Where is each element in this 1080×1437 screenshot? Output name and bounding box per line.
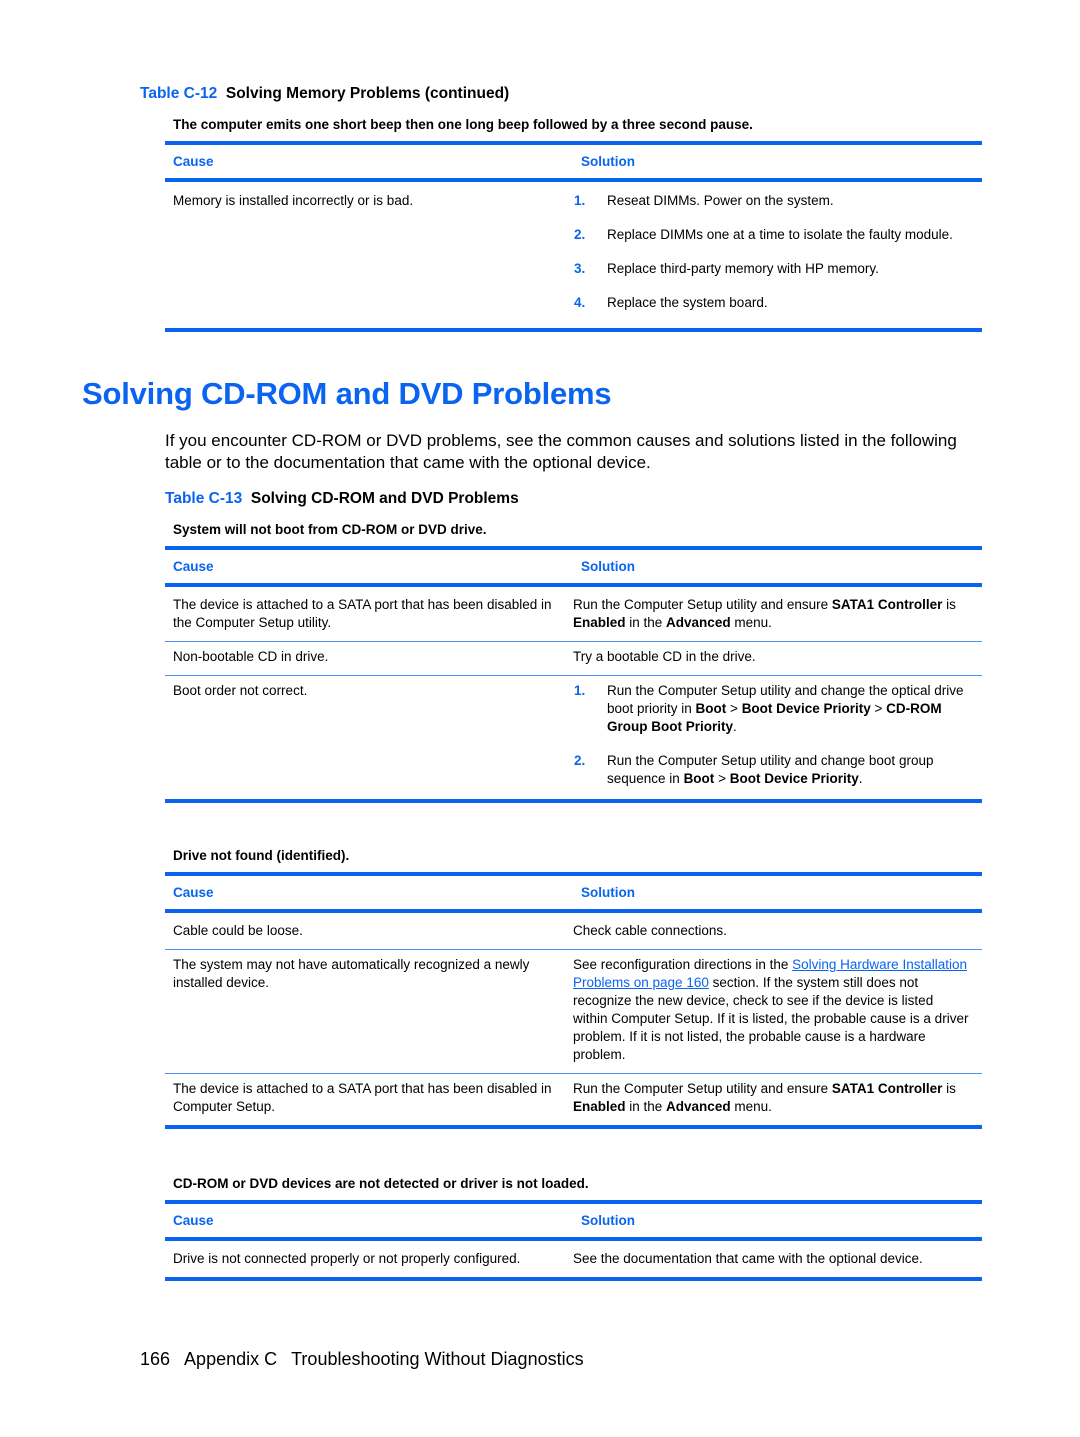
- solution-cell: 1. Run the Computer Setup utility and cha…: [573, 682, 982, 788]
- table-rule: [165, 1277, 982, 1281]
- table-header: Cause Solution: [165, 145, 982, 178]
- page-footer: 166 Appendix C Troubleshooting Without Dia…: [140, 1349, 584, 1370]
- cause-cell: The device is attached to a SATA port th…: [173, 597, 552, 630]
- solution-cell: Run the Computer Setup utility and ensur…: [573, 1081, 956, 1114]
- table-header: Cause Solution: [165, 876, 982, 909]
- table-rule: [165, 1125, 982, 1129]
- solution-steps: 1. Run the Computer Setup utility and cha…: [573, 682, 970, 788]
- solution-cell: Check cable connections.: [573, 923, 727, 938]
- solution-cell: Run the Computer Setup utility and ensur…: [573, 597, 956, 630]
- table-row: The system may not have automatically re…: [165, 950, 982, 1073]
- table-c12: Cause Solution Memory is installed incor…: [165, 141, 982, 332]
- table-c13-title: Solving CD-ROM and DVD Problems: [250, 490, 519, 507]
- cause-cell: Cable could be loose.: [173, 923, 303, 938]
- page-number: 166: [140, 1349, 171, 1369]
- step-item: 1. Run the Computer Setup utility and cha…: [574, 683, 964, 734]
- solution-cell: 1. Reseat DIMMs. Power on the system. 2. R…: [573, 192, 982, 312]
- header-solution: Solution: [581, 154, 635, 169]
- chapter-label: Appendix C: [184, 1349, 278, 1369]
- table-row: The device is attached to a SATA port th…: [165, 1074, 982, 1125]
- cause-cell: The device is attached to a SATA port th…: [173, 1081, 552, 1114]
- step-item: 2. Run the Computer Setup utility and cha…: [574, 753, 934, 786]
- cause-cell: Boot order not correct.: [173, 683, 308, 698]
- table-row: Drive is not connected properly or not p…: [165, 1241, 982, 1277]
- table-row: Cable could be loose. Check cable connec…: [165, 913, 982, 949]
- table-c12-caption: Table C-12 Solving Memory Problems (cont…: [140, 85, 509, 103]
- cause-cell: Non-bootable CD in drive.: [173, 649, 329, 664]
- step-item: 2. Replace DIMMs one at a time to isolate…: [574, 227, 953, 242]
- header-cause: Cause: [173, 885, 214, 900]
- step-item: 1. Reseat DIMMs. Power on the system.: [574, 193, 834, 208]
- header-cause: Cause: [173, 1213, 214, 1228]
- solution-cell: Try a bootable CD in the drive.: [573, 649, 756, 664]
- table-c13-number: Table C-13: [165, 490, 243, 507]
- table-row: Non-bootable CD in drive. Try a bootable…: [165, 642, 982, 675]
- chapter-title: Troubleshooting Without Diagnostics: [291, 1349, 584, 1369]
- table-row: The device is attached to a SATA port th…: [165, 587, 982, 641]
- header-cause: Cause: [173, 559, 214, 574]
- solution-cell: See reconfiguration directions in the So…: [573, 957, 969, 1062]
- solution-cell: See the documentation that came with the…: [573, 1251, 923, 1266]
- table-rule: [165, 328, 982, 332]
- group-subtitle: CD-ROM or DVD devices are not detected o…: [173, 1176, 589, 1191]
- group-subtitle: Drive not found (identified).: [173, 848, 350, 863]
- table-row: Memory is installed incorrectly or is ba…: [165, 182, 982, 322]
- header-solution: Solution: [581, 1213, 635, 1228]
- table-rule: [165, 799, 982, 803]
- table-row: Boot order not correct. 1. Run the Comput…: [165, 676, 982, 797]
- table-c12-number: Table C-12: [140, 85, 218, 102]
- section-intro: If you encounter CD-ROM or DVD problems,…: [165, 431, 957, 472]
- header-solution: Solution: [581, 885, 635, 900]
- table-c13-group-not-detected: Cause Solution Drive is not connected pr…: [165, 1200, 982, 1281]
- group-subtitle: System will not boot from CD-ROM or DVD …: [173, 522, 487, 537]
- solution-steps: 1. Reseat DIMMs. Power on the system. 2. R…: [573, 192, 970, 312]
- table-header: Cause Solution: [165, 1204, 982, 1237]
- cause-cell: The system may not have automatically re…: [173, 957, 530, 990]
- step-item: 3. Replace third-party memory with HP mem…: [574, 261, 879, 276]
- section-title: Solving CD-ROM and DVD Problems: [82, 376, 612, 411]
- header-cause: Cause: [173, 154, 214, 169]
- step-item: 4. Replace the system board.: [574, 295, 768, 310]
- table-c12-title: Solving Memory Problems (continued): [225, 85, 510, 102]
- table-header: Cause Solution: [165, 550, 982, 583]
- table-c13-group-drive-not-found: Cause Solution Cable could be loose. Che…: [165, 872, 982, 1129]
- header-solution: Solution: [581, 559, 635, 574]
- table-c12-subtitle: The computer emits one short beep then o…: [173, 117, 753, 132]
- table-c13-caption: Table C-13 Solving CD-ROM and DVD Proble…: [165, 490, 519, 508]
- cause-cell: Drive is not connected properly or not p…: [173, 1251, 521, 1266]
- cause-cell: Memory is installed incorrectly or is ba…: [173, 193, 414, 208]
- table-c13-group-boot: Cause Solution The device is attached to…: [165, 546, 982, 803]
